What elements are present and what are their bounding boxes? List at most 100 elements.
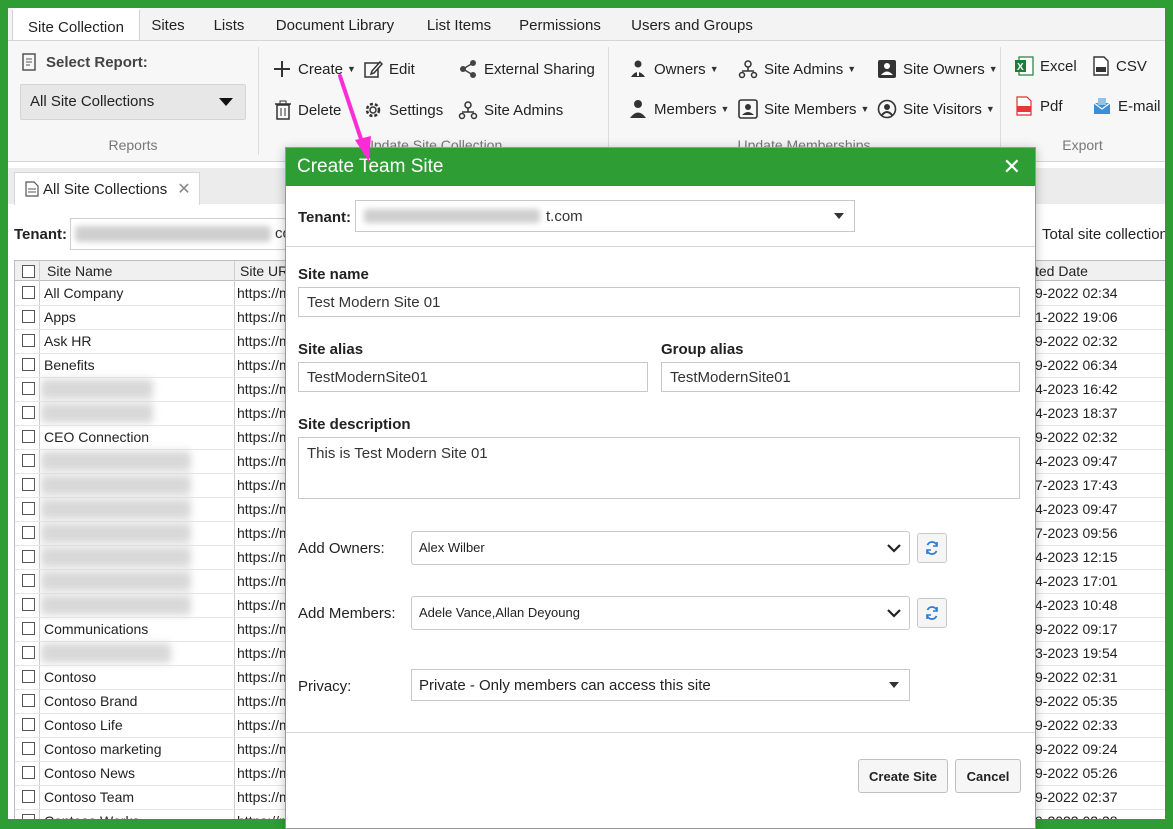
site-name-input[interactable] [298, 287, 1020, 317]
site-url-cell[interactable]: https://m [237, 765, 291, 781]
site-url-cell[interactable]: https://m [237, 477, 291, 493]
row-checkbox[interactable] [22, 478, 35, 491]
settings-button[interactable]: Settings [363, 100, 443, 120]
row-checkbox[interactable] [22, 550, 35, 563]
site-url-cell[interactable]: https://m [237, 429, 291, 445]
tenant-select[interactable]: t.com [355, 200, 855, 232]
members-button[interactable]: Members ▼ [628, 99, 729, 119]
tab-document-library[interactable]: Document Library [264, 8, 406, 40]
refresh-owners-button[interactable] [917, 533, 947, 563]
site-url-cell[interactable]: https://m [237, 405, 291, 421]
tenant-dropdown[interactable]: cc [70, 218, 294, 250]
row-checkbox[interactable] [22, 430, 35, 443]
admin-tree-icon [458, 101, 478, 120]
site-url-cell[interactable]: https://m [237, 621, 291, 637]
row-checkbox[interactable] [22, 622, 35, 635]
row-checkbox[interactable] [22, 670, 35, 683]
caret-icon: ▼ [860, 104, 870, 114]
close-tab-icon[interactable]: ✕ [177, 179, 190, 199]
site-url-cell[interactable]: https://m [237, 309, 291, 325]
tab-lists[interactable]: Lists [206, 8, 252, 40]
site-admins-dropdown-button[interactable]: Site Admins ▼ [738, 59, 856, 79]
create-site-button[interactable]: Create Site [858, 759, 948, 793]
site-url-cell[interactable]: https://m [237, 789, 291, 805]
site-url-cell[interactable]: https://m [237, 573, 291, 589]
row-checkbox[interactable] [22, 382, 35, 395]
site-alias-input[interactable] [298, 362, 648, 392]
export-email-button[interactable]: E-mail [1092, 96, 1161, 116]
owners-select[interactable]: Alex Wilber [411, 531, 910, 565]
site-name-cell: All Company [44, 285, 124, 301]
site-url-cell[interactable]: https://m [237, 525, 291, 541]
tab-sites[interactable]: Sites [142, 8, 194, 40]
site-url-cell[interactable]: https://m [237, 741, 291, 757]
row-checkbox[interactable] [22, 310, 35, 323]
tab-list-items[interactable]: List Items [418, 8, 500, 40]
privacy-select[interactable]: Private - Only members can access this s… [411, 669, 910, 701]
doc-tab-all-site-collections[interactable]: All Site Collections ✕ [14, 172, 200, 205]
row-checkbox[interactable] [22, 358, 35, 371]
site-admins-button[interactable]: Site Admins [458, 100, 563, 120]
col-header-site-name[interactable]: Site Name [47, 263, 112, 279]
site-url-cell[interactable]: https://m [237, 453, 291, 469]
report-dropdown[interactable]: All Site Collections [20, 84, 246, 120]
row-checkbox[interactable] [22, 454, 35, 467]
created-date-cell: 9-2022 02:34 [1035, 285, 1118, 301]
row-checkbox[interactable] [22, 526, 35, 539]
dropdown-arrow-icon [889, 682, 899, 688]
edit-button[interactable]: Edit [363, 59, 415, 79]
tab-site-collection[interactable]: Site Collection [12, 8, 140, 42]
row-checkbox[interactable] [22, 286, 35, 299]
site-url-cell[interactable]: https://m [237, 501, 291, 517]
members-select[interactable]: Adele Vance,Allan Deyoung [411, 596, 910, 630]
row-checkbox[interactable] [22, 574, 35, 587]
row-checkbox[interactable] [22, 766, 35, 779]
site-url-cell[interactable]: https://m [237, 333, 291, 349]
site-url-cell[interactable]: https://m [237, 693, 291, 709]
site-url-cell[interactable]: https://m [237, 717, 291, 733]
site-url-cell[interactable]: https://m [237, 549, 291, 565]
site-description-textarea[interactable]: This is Test Modern Site 01 [298, 437, 1020, 499]
redacted-tenant [364, 209, 540, 223]
delete-button[interactable]: Delete [274, 100, 341, 120]
group-alias-input[interactable] [661, 362, 1020, 392]
site-url-cell[interactable]: https://m [237, 813, 291, 819]
row-checkbox[interactable] [22, 334, 35, 347]
row-checkbox[interactable] [22, 814, 35, 819]
row-checkbox[interactable] [22, 598, 35, 611]
site-members-icon [738, 99, 758, 119]
site-url-cell[interactable]: https://m [237, 645, 291, 661]
create-button[interactable]: Create ▼ [272, 59, 356, 79]
cancel-button[interactable]: Cancel [955, 759, 1021, 793]
site-url-cell[interactable]: https://m [237, 285, 291, 301]
share-icon [460, 60, 476, 78]
export-excel-button[interactable]: X Excel [1014, 56, 1077, 76]
export-csv-button[interactable]: CSV [1092, 56, 1147, 76]
row-checkbox[interactable] [22, 646, 35, 659]
tab-permissions[interactable]: Permissions [512, 8, 608, 40]
site-description-label: Site description [298, 416, 411, 433]
refresh-members-button[interactable] [917, 598, 947, 628]
select-all-checkbox[interactable] [22, 265, 35, 278]
row-checkbox[interactable] [22, 790, 35, 803]
site-url-cell[interactable]: https://m [237, 381, 291, 397]
site-owners-button[interactable]: Site Owners ▼ [877, 59, 998, 79]
row-checkbox[interactable] [22, 742, 35, 755]
row-checkbox[interactable] [22, 718, 35, 731]
close-icon[interactable]: ✕ [1003, 154, 1021, 180]
site-visitors-button[interactable]: Site Visitors ▼ [877, 99, 995, 119]
row-checkbox[interactable] [22, 502, 35, 515]
tab-users-and-groups[interactable]: Users and Groups [620, 8, 764, 40]
col-header-created-date[interactable]: ted Date [1035, 263, 1088, 279]
row-checkbox[interactable] [22, 406, 35, 419]
ribbon: Select Report: All Site Collections Repo… [8, 40, 1165, 162]
row-checkbox[interactable] [22, 694, 35, 707]
export-pdf-button[interactable]: Pdf [1014, 96, 1063, 116]
tenant-value-tail: t.com [546, 208, 583, 225]
external-sharing-button[interactable]: External Sharing [458, 59, 595, 79]
site-members-button[interactable]: Site Members ▼ [738, 99, 869, 119]
site-url-cell[interactable]: https://m [237, 597, 291, 613]
site-url-cell[interactable]: https://m [237, 669, 291, 685]
site-url-cell[interactable]: https://m [237, 357, 291, 373]
owners-button[interactable]: Owners ▼ [628, 59, 719, 79]
